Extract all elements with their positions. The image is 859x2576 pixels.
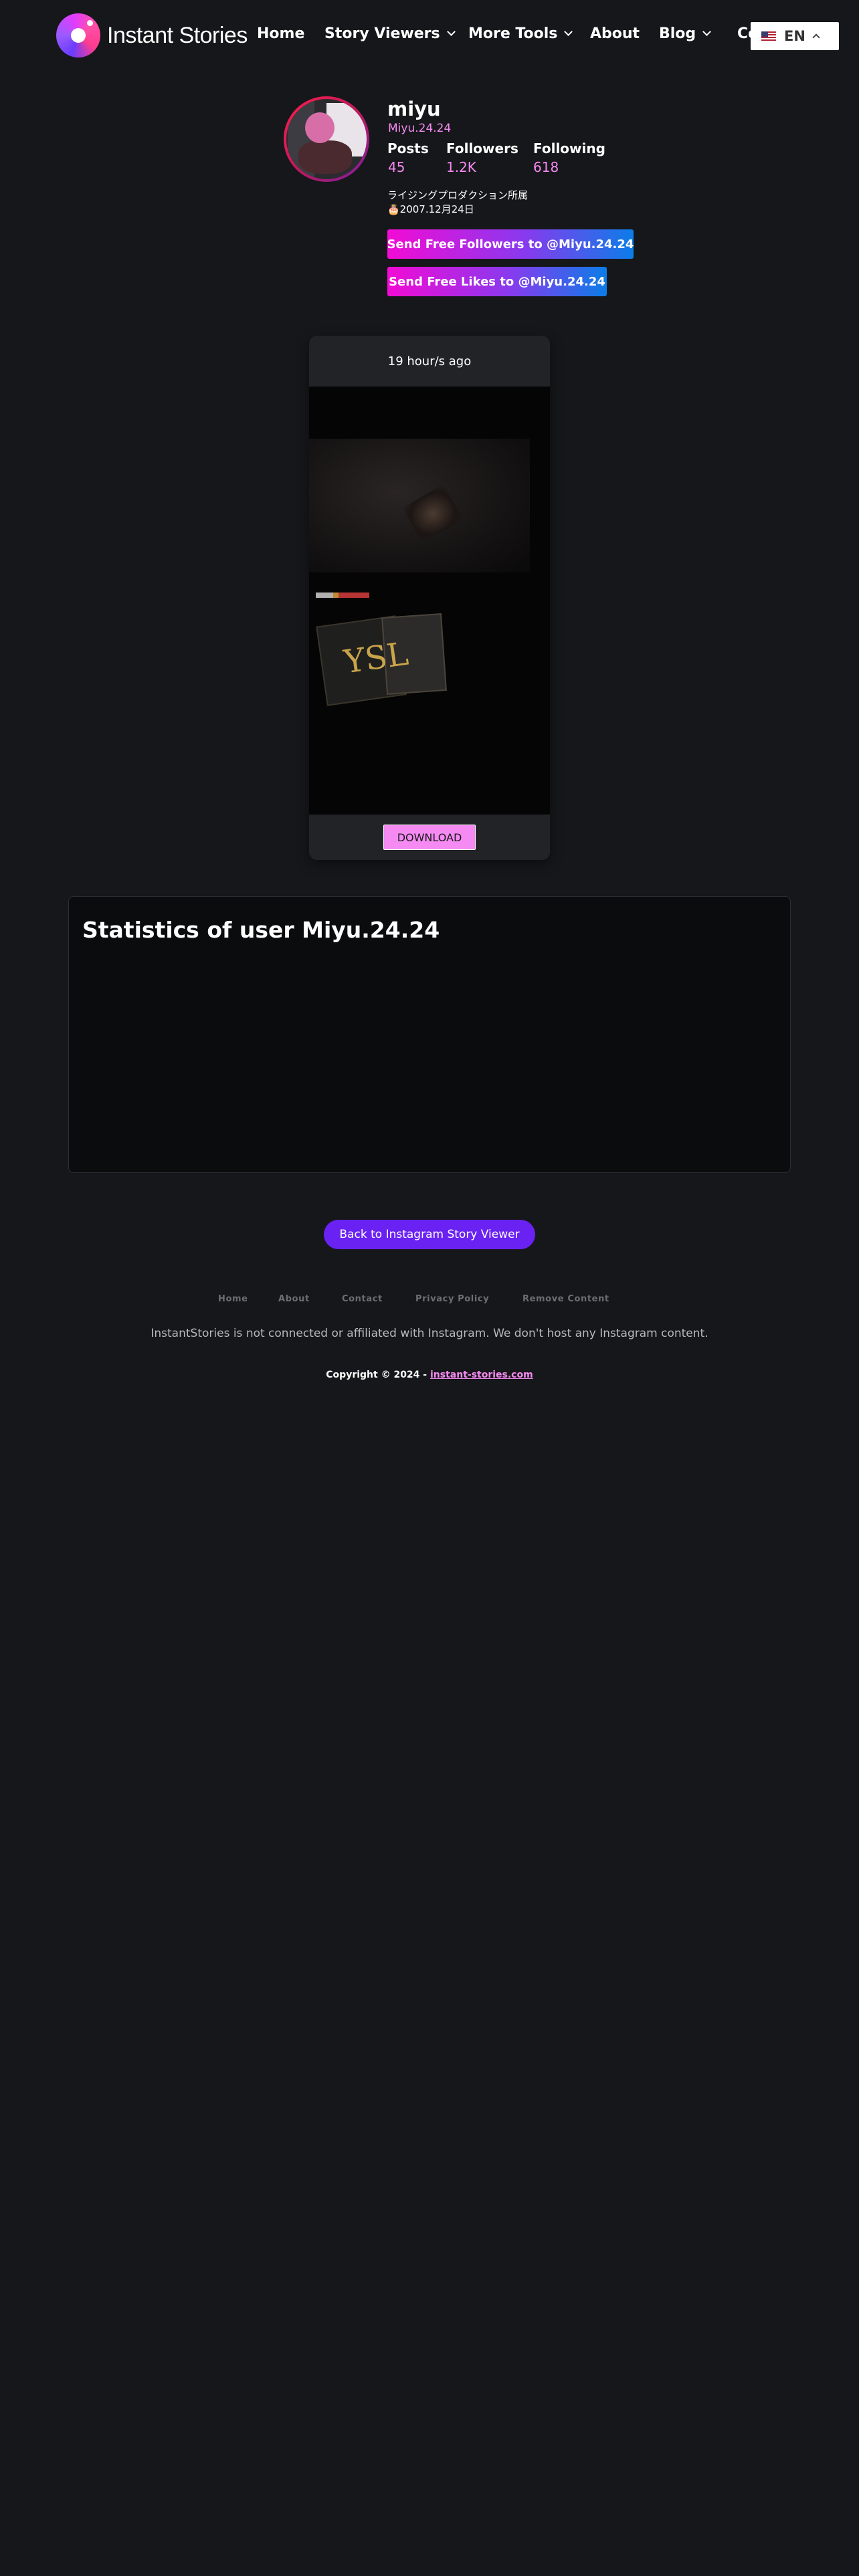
- nav-about-label: About: [590, 25, 640, 42]
- copyright-text: Copyright © 2024 -: [326, 1370, 427, 1380]
- language-selector[interactable]: EN: [751, 22, 839, 50]
- statistics-title: Statistics of user Miyu.24.24: [82, 917, 440, 943]
- site-header: Instant Stories Home Story Viewers More …: [0, 0, 859, 71]
- stat-following-label: Following: [533, 140, 605, 156]
- nav-story-viewers[interactable]: Story Viewers: [324, 25, 456, 42]
- footer-link-remove-content[interactable]: Remove Content: [522, 1294, 609, 1304]
- send-likes-button[interactable]: Send Free Likes to @Miyu.24.24: [387, 267, 607, 296]
- stat-posts-label: Posts: [387, 140, 429, 156]
- logo-mark-icon: [56, 13, 100, 58]
- stat-followers-value: 1.2K: [446, 159, 476, 175]
- story-sticker-strip: [316, 593, 369, 598]
- statistics-panel: Statistics of user Miyu.24.24: [68, 896, 791, 1173]
- chevron-down-icon: [564, 27, 573, 36]
- footer-link-contact[interactable]: Contact: [342, 1294, 383, 1304]
- nav-home-label: Home: [257, 25, 305, 42]
- language-code: EN: [784, 28, 805, 44]
- chevron-down-icon: [702, 27, 712, 36]
- footer-disclaimer: InstantStories is not connected or affil…: [151, 1327, 708, 1340]
- footer-link-about[interactable]: About: [278, 1294, 310, 1304]
- footer-copyright: Copyright © 2024 - instant-stories.com: [0, 1370, 859, 1380]
- download-button[interactable]: DOWNLOAD: [383, 825, 476, 850]
- avatar-image: [286, 99, 367, 179]
- logo-text: Instant Stories: [107, 22, 248, 48]
- nav-story-viewers-label: Story Viewers: [324, 25, 440, 42]
- stat-followers-label: Followers: [446, 140, 518, 156]
- stat-following-value: 618: [533, 159, 559, 175]
- stat-posts-value: 45: [388, 159, 405, 175]
- nav-blog[interactable]: Blog: [659, 25, 712, 42]
- chevron-down-icon: [446, 27, 456, 36]
- profile-avatar: [284, 96, 369, 182]
- story-media[interactable]: YSL: [309, 387, 550, 815]
- story-timestamp: 19 hour/s ago: [387, 354, 472, 368]
- story-footer: DOWNLOAD: [309, 815, 550, 860]
- profile-bio-line: 🎂2007.12月24日: [387, 203, 474, 215]
- send-followers-button[interactable]: Send Free Followers to @Miyu.24.24: [387, 229, 634, 259]
- nav-blog-label: Blog: [659, 25, 696, 42]
- back-to-story-viewer-button[interactable]: Back to Instagram Story Viewer: [324, 1220, 535, 1249]
- profile-name: miyu: [387, 98, 441, 120]
- site-logo[interactable]: Instant Stories: [56, 13, 248, 58]
- nav-more-tools[interactable]: More Tools: [468, 25, 573, 42]
- nav-home[interactable]: Home: [257, 25, 304, 42]
- footer-link-privacy[interactable]: Privacy Policy: [415, 1294, 489, 1304]
- story-card: 19 hour/s ago YSL DOWNLOAD: [309, 336, 550, 860]
- profile-bio-line: ライジングプロダクション所属: [387, 189, 529, 201]
- copyright-link[interactable]: instant-stories.com: [430, 1370, 533, 1380]
- profile-username: Miyu.24.24: [388, 122, 452, 135]
- nav-more-tools-label: More Tools: [468, 25, 558, 42]
- us-flag-icon: [761, 31, 776, 41]
- footer-link-home[interactable]: Home: [218, 1294, 248, 1304]
- chevron-up-icon: [812, 33, 820, 41]
- nav-about[interactable]: About: [590, 25, 640, 42]
